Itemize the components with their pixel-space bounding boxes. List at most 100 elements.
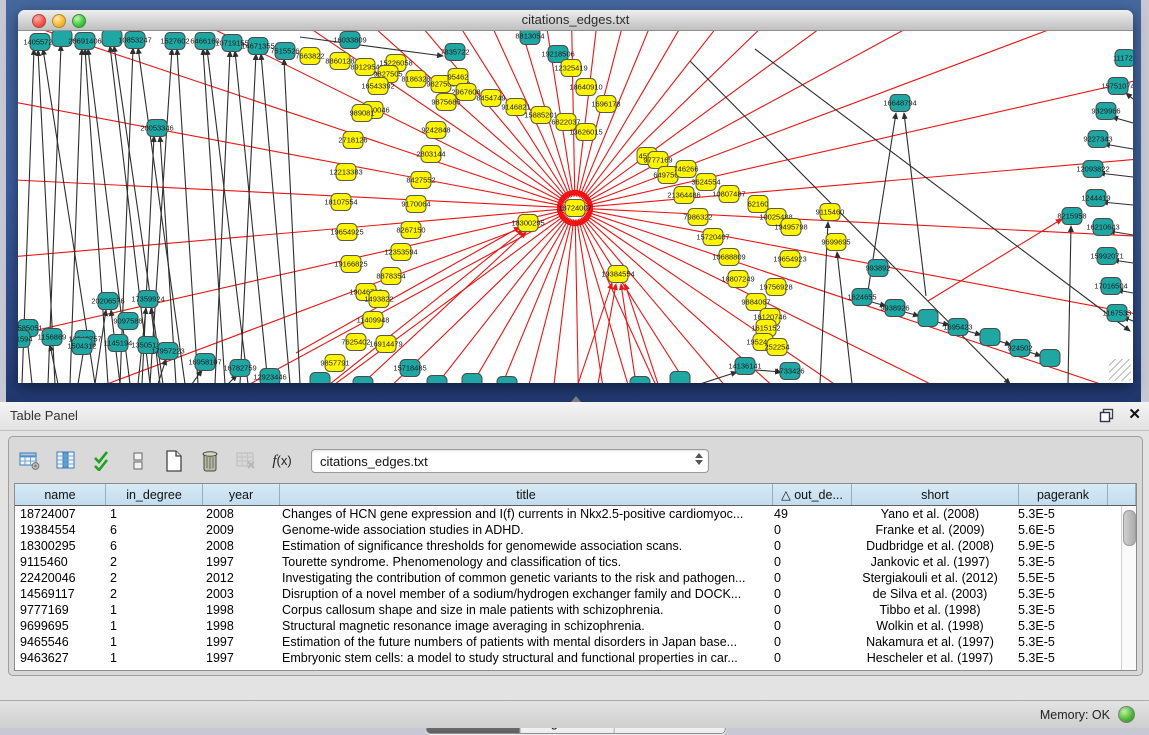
graph-edge-black[interactable]	[235, 51, 268, 383]
graph-node-label: 1504312	[67, 342, 96, 351]
graph-node-label: 9938926	[880, 304, 909, 313]
network-view-window[interactable]: citations_edges.txt 14055724206914061085…	[18, 10, 1133, 383]
graph-node[interactable]	[310, 373, 330, 384]
graph-edge-black[interactable]	[1126, 93, 1133, 99]
close-panel-icon[interactable]: ✕	[1128, 407, 1141, 423]
row-mode-icon[interactable]	[125, 448, 151, 474]
splitter-collapse-handle[interactable]	[571, 396, 581, 402]
float-window-icon[interactable]	[1099, 408, 1114, 423]
table-options-icon[interactable]	[17, 448, 43, 474]
column-header-year[interactable]: year	[203, 484, 280, 505]
graph-node[interactable]	[980, 329, 1000, 346]
table-scrollbar-thumb[interactable]	[1123, 510, 1136, 546]
table-row[interactable]: 946554611997Estimation of the future num…	[15, 634, 1122, 650]
cell-short: Tibbo et al. (1998)	[847, 603, 1013, 617]
graph-node[interactable]	[1040, 350, 1060, 367]
graph-node[interactable]	[462, 374, 482, 384]
graph-edge-red[interactable]	[587, 209, 1133, 268]
graph-node-label: 1624655	[847, 293, 876, 302]
cell-name: 9465546	[15, 635, 105, 649]
cell-pagerank: 5.6E-5	[1013, 523, 1101, 537]
graph-node-label: 9170064	[401, 200, 430, 209]
table-row[interactable]: 1830029562008Estimation of significance …	[15, 538, 1122, 554]
graph-edge-red[interactable]	[577, 220, 760, 383]
table-selector-dropdown[interactable]: citations_edges.txt	[311, 449, 709, 473]
graph-edge-red[interactable]	[433, 220, 573, 383]
graph-edge-red[interactable]	[928, 219, 1062, 301]
graph-node-label: 15718485	[393, 364, 426, 373]
cell-name: 9115460	[15, 555, 105, 569]
graph-edge-black[interactable]	[1068, 226, 1071, 383]
table-row[interactable]: 946362711997Embryonic stem cells: a mode…	[15, 650, 1122, 666]
cell-title: Embryonic stem cells: a model to study s…	[277, 651, 769, 665]
graph-edge-black[interactable]	[904, 113, 926, 296]
table-row[interactable]: 911546021997Tourette syndrome. Phenomeno…	[15, 554, 1122, 570]
resize-grip[interactable]	[1109, 359, 1131, 381]
graph-node[interactable]	[427, 376, 447, 384]
table-scrollbar[interactable]	[1121, 506, 1136, 670]
column-header-in_degree[interactable]: in_degree	[106, 484, 203, 505]
graph-edge-black[interactable]	[755, 49, 1130, 331]
table-row[interactable]: 2242004622012Investigating the contribut…	[15, 570, 1122, 586]
graph-edge-red[interactable]	[578, 31, 878, 196]
function-builder-icon[interactable]: f(x)	[269, 448, 295, 474]
new-column-icon[interactable]	[161, 448, 187, 474]
graph-edge-black[interactable]	[203, 49, 225, 383]
graph-node[interactable]	[497, 377, 517, 384]
graph-edge-black[interactable]	[700, 372, 737, 383]
graph-edge-black[interactable]	[177, 49, 198, 383]
graph-edge-black[interactable]	[240, 54, 256, 383]
graph-node-label: 1493822	[364, 295, 393, 304]
cell-short: Jankovic et al. (1997)	[847, 555, 1013, 569]
show-columns-icon[interactable]	[53, 448, 79, 474]
table-row[interactable]: 1872400712008Changes of HCN gene express…	[15, 506, 1122, 522]
graph-node-label: 18107554	[324, 198, 357, 207]
cell-year: 2012	[201, 571, 277, 585]
cell-in_degree: 6	[105, 539, 201, 553]
table-row[interactable]: 969969511998Structural magnetic resonanc…	[15, 618, 1122, 634]
network-canvas[interactable]: 1405572420691406108532471527602646616010…	[18, 31, 1133, 383]
graph-node-label: 1695423	[943, 323, 972, 332]
column-header-title[interactable]: title	[280, 484, 773, 505]
table-row[interactable]: 977716911998Corpus callosum shape and si…	[15, 602, 1122, 618]
graph-node[interactable]	[630, 377, 650, 384]
column-header-name[interactable]: name	[15, 484, 106, 505]
delete-column-icon[interactable]	[197, 448, 223, 474]
graph-node[interactable]	[670, 372, 690, 384]
column-header-short[interactable]: short	[852, 484, 1019, 505]
graph-node[interactable]	[918, 310, 938, 327]
graph-node-label: 12213383	[329, 168, 362, 177]
graph-node-label: 15720407	[696, 233, 729, 242]
graph-edge-black[interactable]	[1104, 144, 1133, 149]
graph-node-label: 62160	[748, 200, 769, 209]
graph-node-label: 391594	[18, 335, 33, 344]
graph-node-label: 8454749	[476, 94, 505, 103]
graph-edge-black[interactable]	[284, 59, 300, 383]
table-row[interactable]: 1938455462009Genome-wide association stu…	[15, 522, 1122, 538]
graph-edge-black[interactable]	[1099, 173, 1133, 177]
graph-edge-red[interactable]	[625, 284, 658, 383]
memory-indicator-light[interactable]	[1118, 706, 1135, 723]
column-header-filler[interactable]	[1108, 484, 1136, 505]
table-row[interactable]: 1456911722003Disruption of a novel membe…	[15, 586, 1122, 602]
cell-pagerank: 5.9E-5	[1013, 539, 1101, 553]
cell-short: Dudbridge et al. (2008)	[847, 539, 1013, 553]
graph-edge-black[interactable]	[150, 49, 172, 383]
graph-edge-black[interactable]	[837, 252, 852, 383]
column-header-out_de...[interactable]: △ out_de...	[773, 484, 852, 505]
graph-edge-red[interactable]	[272, 220, 572, 383]
graph-edge-red[interactable]	[330, 230, 523, 383]
graph-edge-black[interactable]	[50, 345, 58, 383]
graph-edge-black[interactable]	[114, 46, 163, 383]
column-header-pagerank[interactable]: pagerank	[1019, 484, 1108, 505]
select-rows-icon[interactable]	[89, 448, 115, 474]
graph-node-label: 746266	[673, 165, 698, 174]
network-window-titlebar[interactable]: citations_edges.txt	[18, 10, 1133, 31]
network-graph[interactable]: 1405572420691406108532471527602646616010…	[18, 31, 1133, 383]
cell-in_degree: 1	[105, 635, 201, 649]
cell-pagerank: 5.3E-5	[1013, 635, 1101, 649]
cell-out_de...: 0	[769, 571, 847, 585]
graph-edge-red[interactable]	[580, 31, 1033, 197]
graph-node[interactable]	[353, 377, 373, 384]
delete-table-icon[interactable]	[233, 448, 259, 474]
